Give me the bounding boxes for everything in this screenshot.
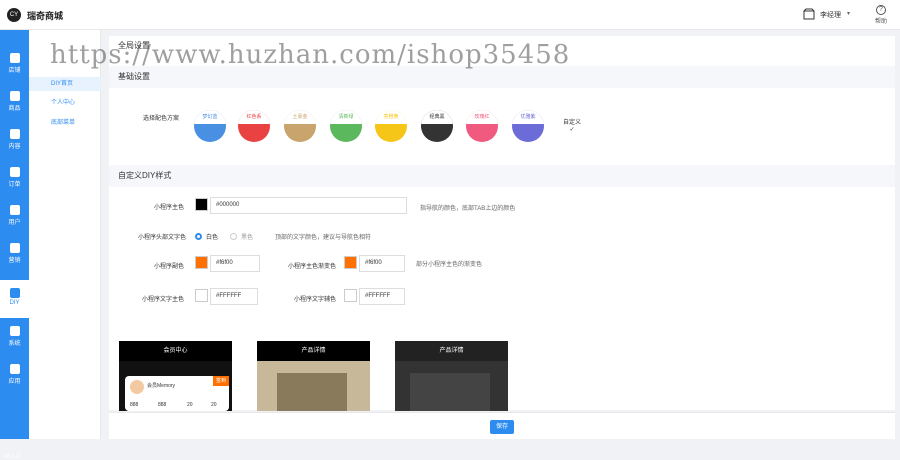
preview-title: 产品详情 [395, 341, 508, 361]
sidebar-item-system[interactable]: 系统 [0, 318, 29, 356]
sidebar-item-diy[interactable]: DIY [0, 280, 29, 318]
chevron-down-icon[interactable]: ▾ [847, 10, 850, 17]
sidebar: 店铺 商品 内容 订单 用户 营销 DIY 系统 应用 v4.1.0 [0, 30, 29, 460]
field-label: 小程序头部文字色 [137, 235, 186, 241]
layout-icon [9, 288, 20, 298]
preview-product-detail[interactable]: 产品详情 [257, 341, 370, 411]
field-label: 小程序主色渐变色 [287, 264, 336, 270]
color-input[interactable]: #f6f00 [359, 255, 405, 272]
sidebar-item-label: 订单 [8, 182, 21, 188]
stat-value: 888 [130, 402, 139, 408]
sidebar-item-marketing[interactable]: 营销 [0, 235, 29, 273]
brand-name: 瑞奇商城 [27, 11, 64, 21]
sidebar-item-users[interactable]: 用户 [0, 197, 29, 235]
radio-white[interactable] [195, 233, 202, 240]
subnav-item-diy-home[interactable]: DIY首页 [29, 77, 101, 91]
grid-icon [9, 364, 20, 374]
preview-title: 产品详情 [257, 341, 370, 361]
color-input[interactable]: #f6f00 [210, 255, 260, 272]
sign-in-badge: 签到 [213, 376, 229, 386]
gear-icon [9, 326, 20, 336]
color-scheme-option[interactable]: 清新绿 [330, 110, 362, 142]
field-label: 小程序文字主色 [141, 297, 184, 303]
field-label: 小程序副色 [153, 264, 184, 270]
color-scheme-option[interactable]: 梦幻蓝 [194, 110, 226, 142]
sidebar-item-label: 营销 [8, 258, 21, 264]
sidebar-item-goods[interactable]: 商品 [0, 83, 29, 121]
group-icon [9, 243, 20, 253]
sidebar-item-shop[interactable]: 店铺 [0, 45, 29, 83]
radio-label: 黑色 [241, 235, 254, 241]
document-icon [9, 167, 20, 177]
field-label: 小程序文字辅色 [293, 297, 336, 303]
product-image [277, 373, 347, 411]
stat-value: 20 [211, 402, 217, 408]
store-icon[interactable] [803, 8, 815, 20]
member-card: 会员Memory 签到 888 888 20 20 [125, 376, 229, 411]
color-scheme-option[interactable]: 经典黑 [421, 110, 453, 142]
preview-product-detail-dark[interactable]: 产品详情 [395, 341, 508, 411]
check-icon: ✓ [569, 127, 575, 133]
subnav-item-bottom-menu[interactable]: 底部菜单 [29, 116, 101, 130]
field-hint: 部分小程序主色的渐变色 [416, 262, 483, 268]
section-custom-header: 自定义DIY样式 [109, 165, 895, 187]
help-label: 帮助 [874, 19, 887, 25]
color-scheme-option[interactable]: 玫瑰红 [466, 110, 498, 142]
sidebar-item-label: 商品 [8, 106, 21, 112]
mail-icon [9, 91, 20, 101]
color-scheme-option[interactable]: 土豪金 [284, 110, 316, 142]
field-hint: 指导航的颜色，底部TAB上边的颜色 [420, 206, 516, 212]
logo-icon: CY [7, 8, 21, 22]
color-scheme-label: 选择配色方案 [143, 116, 180, 122]
preview-title: 会员中心 [119, 341, 232, 361]
sidebar-item-label: 店铺 [8, 68, 21, 74]
avatar [130, 380, 144, 394]
color-scheme-option[interactable]: 亮橙黄 [375, 110, 407, 142]
sidebar-item-label: 内容 [8, 144, 21, 150]
user-name[interactable]: 李经理 [820, 10, 841, 20]
sidebar-item-content[interactable]: 内容 [0, 121, 29, 159]
field-label: 小程序主色 [153, 205, 184, 211]
version-label: v4.1.0 [4, 454, 21, 460]
color-input[interactable]: #000000 [210, 197, 407, 214]
sidebar-item-label: DIY [9, 300, 20, 306]
save-button[interactable]: 保存 [490, 420, 514, 434]
color-scheme-option[interactable]: 优雅紫 [512, 110, 544, 142]
radio-black[interactable] [230, 233, 237, 240]
sidebar-item-label: 用户 [8, 220, 21, 226]
custom-label: 自定义 [563, 120, 582, 126]
stat-value: 20 [187, 402, 193, 408]
color-input[interactable]: #FFFFFF [210, 288, 258, 305]
member-name: 会员Memory [147, 383, 176, 389]
stat-value: 888 [158, 402, 167, 408]
color-picker[interactable] [195, 256, 208, 269]
color-scheme-option[interactable]: 红色系 [238, 110, 270, 142]
sidebar-item-label: 系统 [8, 341, 21, 347]
radio-label: 白色 [206, 235, 219, 241]
sidebar-item-label: 应用 [8, 379, 21, 385]
sub-nav: DIY首页 个人中心 底部菜单 [29, 30, 101, 439]
color-picker[interactable] [344, 256, 357, 269]
color-input[interactable]: #FFFFFF [359, 288, 405, 305]
user-icon [9, 205, 20, 215]
list-icon [9, 129, 20, 139]
watermark: https://www.huzhan.com/ishop35458 [50, 40, 571, 70]
top-bar: CY 瑞奇商城 李经理 ▾ ? 帮助 [0, 0, 900, 30]
chart-icon [9, 53, 20, 63]
preview-member-center[interactable]: 会员中心 会员Memory 签到 888 888 20 20 [119, 341, 232, 411]
help-button[interactable]: ? 帮助 [873, 5, 889, 25]
color-picker[interactable] [195, 198, 208, 211]
sidebar-item-apps[interactable]: 应用 [0, 356, 29, 394]
product-image [410, 373, 490, 411]
color-scheme-custom[interactable]: 自定义 ✓ [563, 117, 581, 133]
help-icon: ? [876, 5, 886, 15]
field-hint: 顶部的文字颜色，建议与导航色相符 [275, 235, 372, 241]
color-picker[interactable] [195, 289, 208, 302]
color-picker[interactable] [344, 289, 357, 302]
sidebar-item-orders[interactable]: 订单 [0, 159, 29, 197]
subnav-item-profile[interactable]: 个人中心 [29, 96, 101, 110]
